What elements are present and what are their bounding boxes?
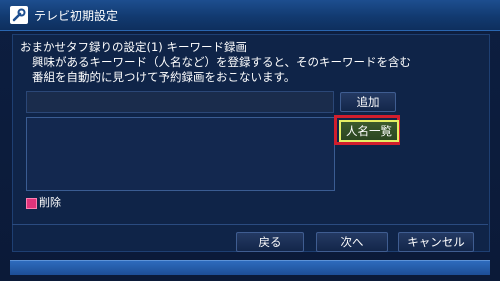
- window-title: テレビ初期設定: [34, 9, 119, 23]
- add-button[interactable]: 追加: [340, 92, 396, 112]
- red-key-icon: [26, 197, 37, 209]
- keyword-list[interactable]: [26, 117, 335, 191]
- keyword-input[interactable]: [26, 91, 334, 113]
- next-button[interactable]: 次へ: [316, 232, 388, 252]
- description-heading: おまかせタフ録りの設定(1) キーワード録画: [20, 40, 247, 54]
- delete-label: 削除: [39, 196, 61, 209]
- title-bar: テレビ初期設定: [0, 0, 500, 31]
- bottom-bar: [10, 260, 490, 275]
- back-button[interactable]: 戻る: [236, 232, 304, 252]
- description-line: 番組を自動的に見つけて予約録画をおこないます。: [32, 70, 296, 84]
- settings-window: テレビ初期設定 おまかせタフ録りの設定(1) キーワード録画 興味があるキーワー…: [0, 0, 500, 281]
- wrench-icon: [10, 6, 28, 24]
- description: おまかせタフ録りの設定(1) キーワード録画 興味があるキーワード（人名など）を…: [20, 40, 480, 85]
- name-list-button[interactable]: 人名一覧: [339, 120, 399, 142]
- cancel-button[interactable]: キャンセル: [398, 232, 474, 252]
- delete-hint[interactable]: 削除: [26, 194, 61, 209]
- description-line: 興味があるキーワード（人名など）を登録すると、そのキーワードを含む: [32, 55, 412, 69]
- divider: [12, 224, 488, 225]
